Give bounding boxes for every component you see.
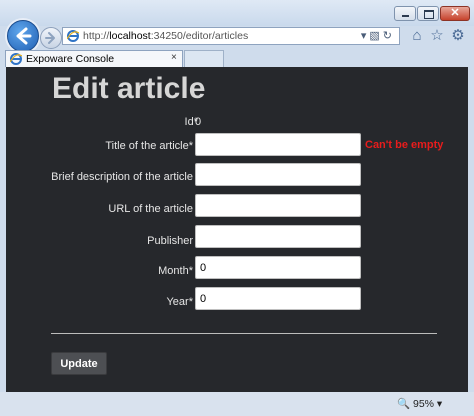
maximize-icon [424,10,434,19]
publisher-input[interactable] [195,225,361,248]
tab-close-icon[interactable]: × [171,52,177,63]
id-value: 0 [195,116,202,128]
title-error: Can't be empty [365,139,444,151]
month-input[interactable] [195,256,361,279]
description-label: Brief description of the article [51,171,193,183]
maximize-button[interactable] [417,6,439,21]
refresh-icon[interactable]: ↻ [383,30,395,42]
publisher-label: Publisher [147,235,193,247]
url-label: URL of the article [108,203,193,215]
back-arrow-icon [16,27,32,45]
minimize-icon [402,15,409,17]
ie-icon [10,53,22,65]
address-bar[interactable]: http://localhost:34250/editor/articles ▾… [62,27,400,45]
compat-icon[interactable]: ▧ [369,30,382,42]
minimize-button[interactable] [394,6,416,21]
window-titlebar: ✕ [0,0,474,26]
new-tab-button[interactable] [184,50,224,67]
title-label: Title of the article* [105,140,193,152]
page-title: Edit article [52,72,206,105]
tab-expoware-console[interactable]: Expoware Console × [5,50,183,67]
favorites-icon[interactable]: ☆ [429,28,445,44]
forward-arrow-icon [45,32,55,44]
tab-strip: Expoware Console × [0,50,474,67]
month-label: Month* [158,265,193,277]
divider [51,333,437,334]
url-input[interactable] [195,194,361,217]
zoom-level: 95% [413,398,435,410]
year-input[interactable] [195,287,361,310]
home-icon[interactable]: ⌂ [409,28,425,44]
zoom-control[interactable]: 🔍 95% ▾ [397,397,442,410]
tab-label: Expoware Console [26,53,115,65]
update-button[interactable]: Update [51,352,107,375]
ie-icon [67,30,79,42]
title-input[interactable] [195,133,361,156]
gear-icon[interactable]: ⚙ [450,28,466,44]
address-bar-icons: ▾▧↻ [361,29,395,42]
address-url: http://localhost:34250/editor/articles [83,30,249,42]
description-input[interactable] [195,163,361,186]
status-bar: 🔍 95% ▾ [0,392,474,416]
forward-button[interactable] [40,27,62,49]
year-label: Year* [166,296,193,308]
close-window-button[interactable]: ✕ [440,6,470,21]
back-button[interactable] [7,20,39,52]
close-icon: ✕ [450,7,460,19]
page-content: Edit article Id* 0 Title of the article*… [6,67,468,392]
zoom-icon: 🔍 [397,398,411,410]
